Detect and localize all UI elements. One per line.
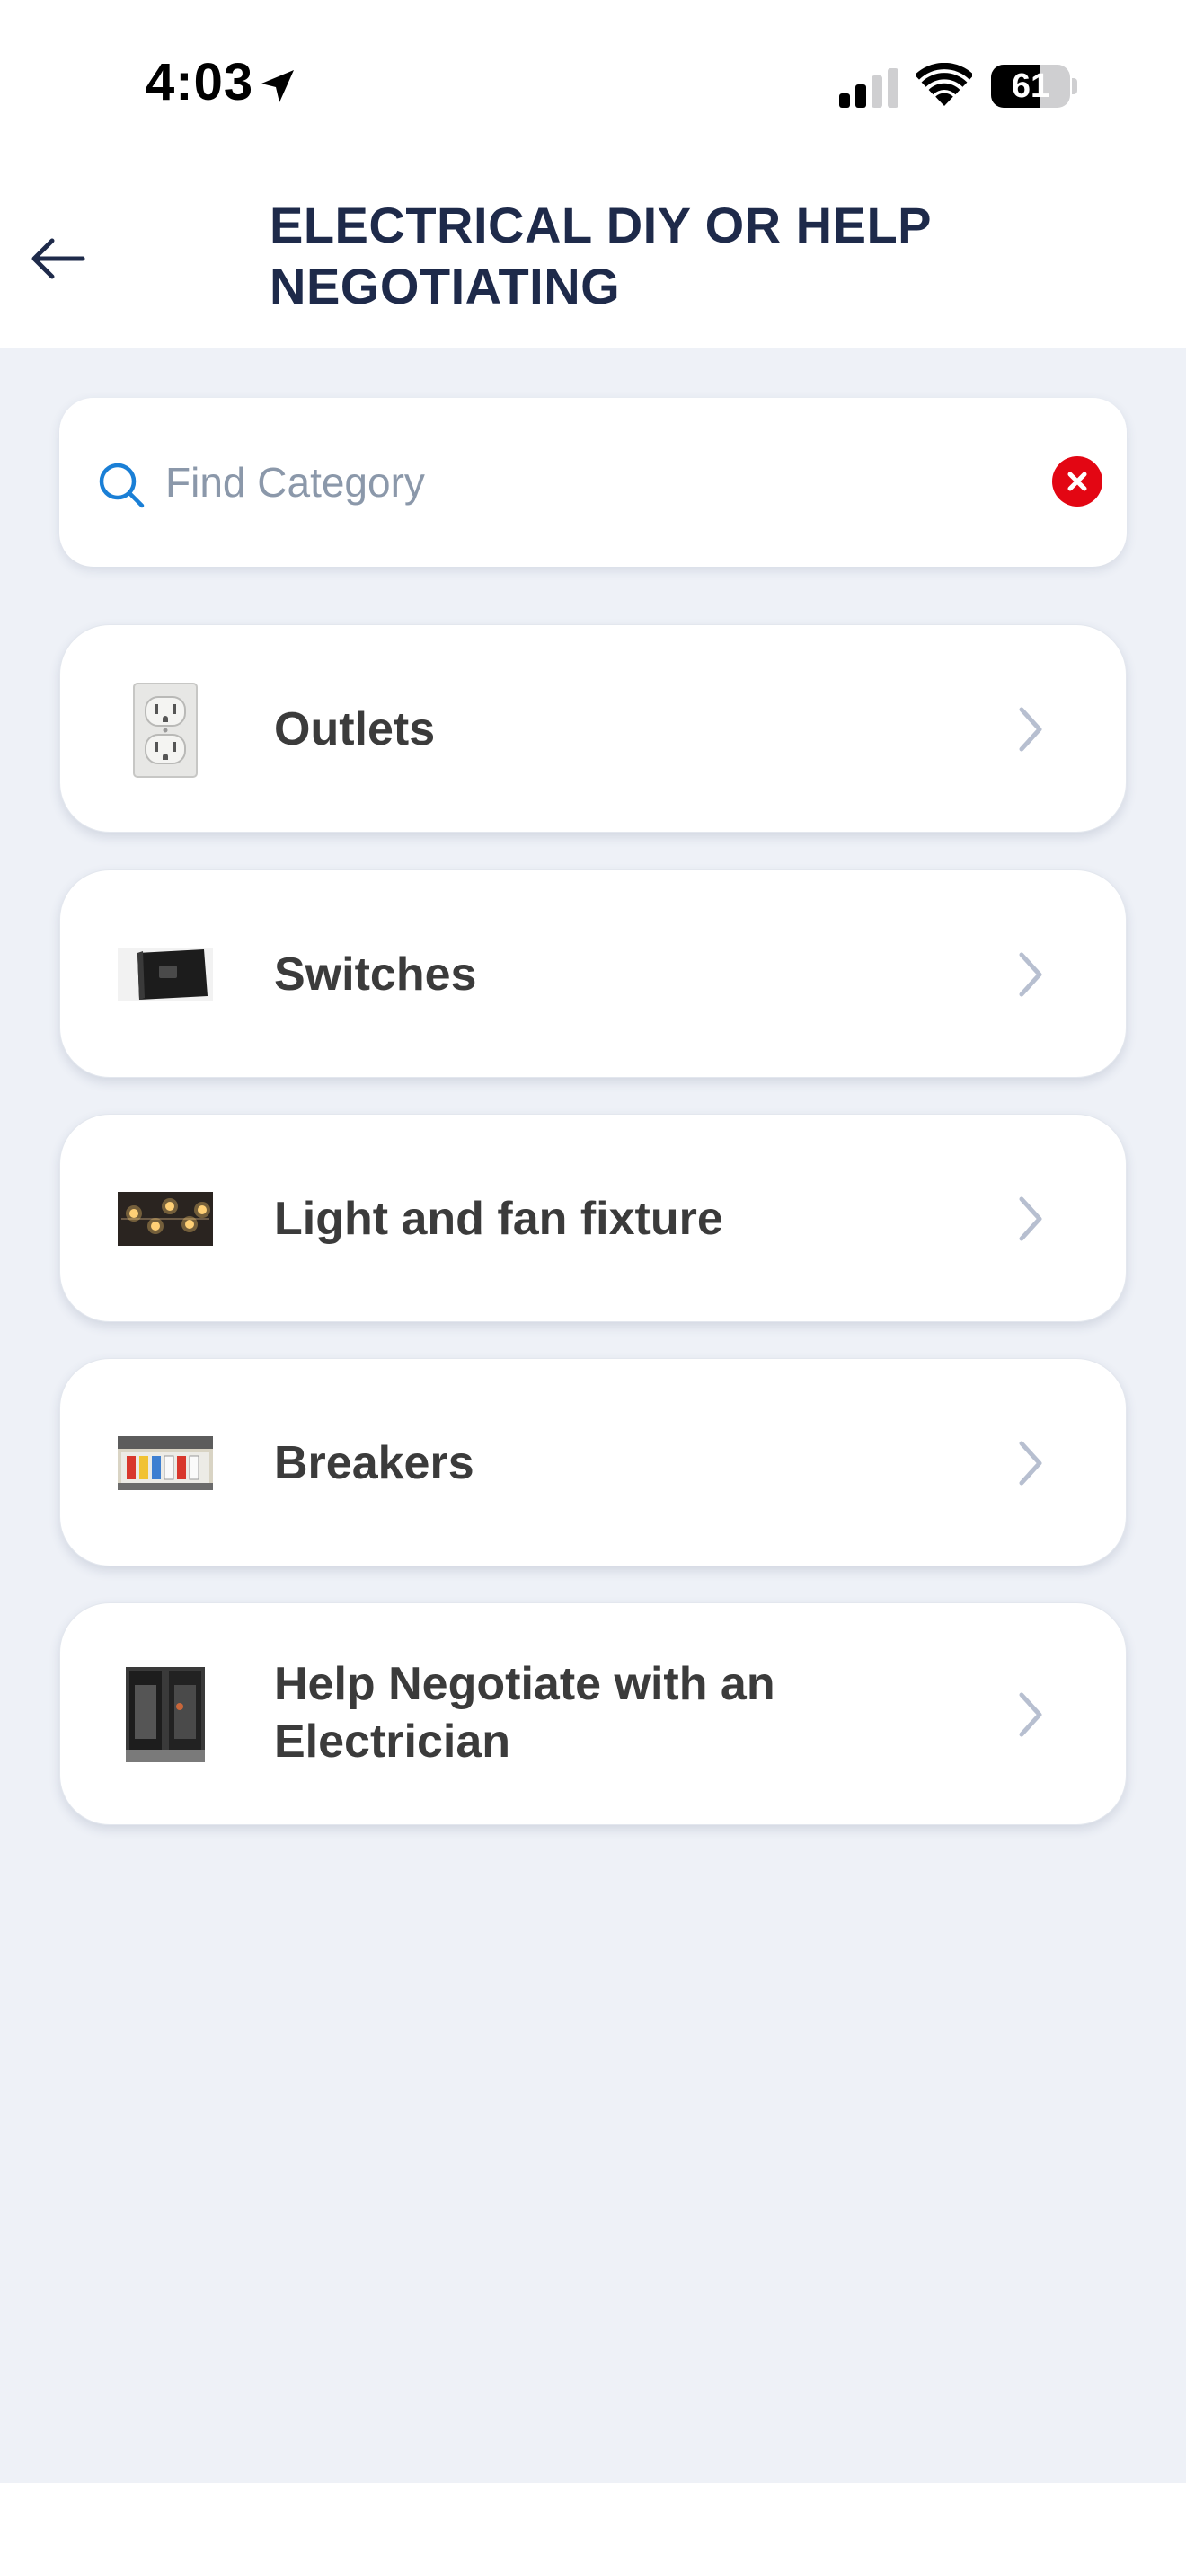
category-label: Breakers — [274, 1437, 474, 1489]
header: ELECTRICAL DIY OR HELP NEGOTIATING — [0, 175, 1186, 348]
category-card-breakers[interactable]: Breakers — [59, 1358, 1127, 1566]
chevron-right-icon — [1019, 1692, 1042, 1737]
arrow-left-icon — [31, 238, 85, 279]
chevron-right-icon — [1019, 952, 1042, 997]
battery-icon: 61 — [991, 65, 1077, 108]
category-label: Help Negotiate with an Electrician — [274, 1658, 775, 1768]
back-button[interactable] — [23, 225, 92, 293]
chevron-right-icon — [1019, 1196, 1042, 1241]
location-arrow-icon — [261, 70, 294, 102]
category-label: Outlets — [274, 703, 436, 755]
category-card-help-negotiate[interactable]: Help Negotiate with an Electrician — [59, 1602, 1127, 1825]
category-card-outlets[interactable]: Outlets — [59, 624, 1127, 833]
wifi-icon — [916, 63, 972, 106]
electrician-panel-image — [118, 1667, 213, 1762]
status-time: 4:03 — [146, 53, 254, 111]
light-fixture-image — [118, 1192, 213, 1246]
outlet-image — [118, 683, 213, 778]
category-card-switches[interactable]: Switches — [59, 869, 1127, 1078]
category-card-light-fan-fixture[interactable]: Light and fan fixture — [59, 1114, 1127, 1322]
bottom-bar — [0, 2483, 1186, 2576]
chevron-right-icon — [1019, 707, 1042, 752]
clear-search-button[interactable] — [1052, 456, 1102, 507]
category-label: Switches — [274, 948, 477, 1001]
breaker-panel-image — [118, 1436, 213, 1490]
chevron-right-icon — [1019, 1441, 1042, 1486]
cellular-signal-icon — [839, 68, 898, 108]
search-input[interactable] — [165, 445, 956, 520]
status-bar: 4:03 61 — [0, 0, 1186, 175]
search-icon — [99, 463, 145, 508]
search-bar — [59, 398, 1127, 567]
clear-x-icon — [1067, 472, 1087, 491]
switch-image — [118, 948, 213, 1001]
category-label: Light and fan fixture — [274, 1193, 723, 1245]
page-title: ELECTRICAL DIY OR HELP NEGOTIATING — [270, 197, 931, 314]
battery-percent: 61 — [1011, 67, 1050, 105]
